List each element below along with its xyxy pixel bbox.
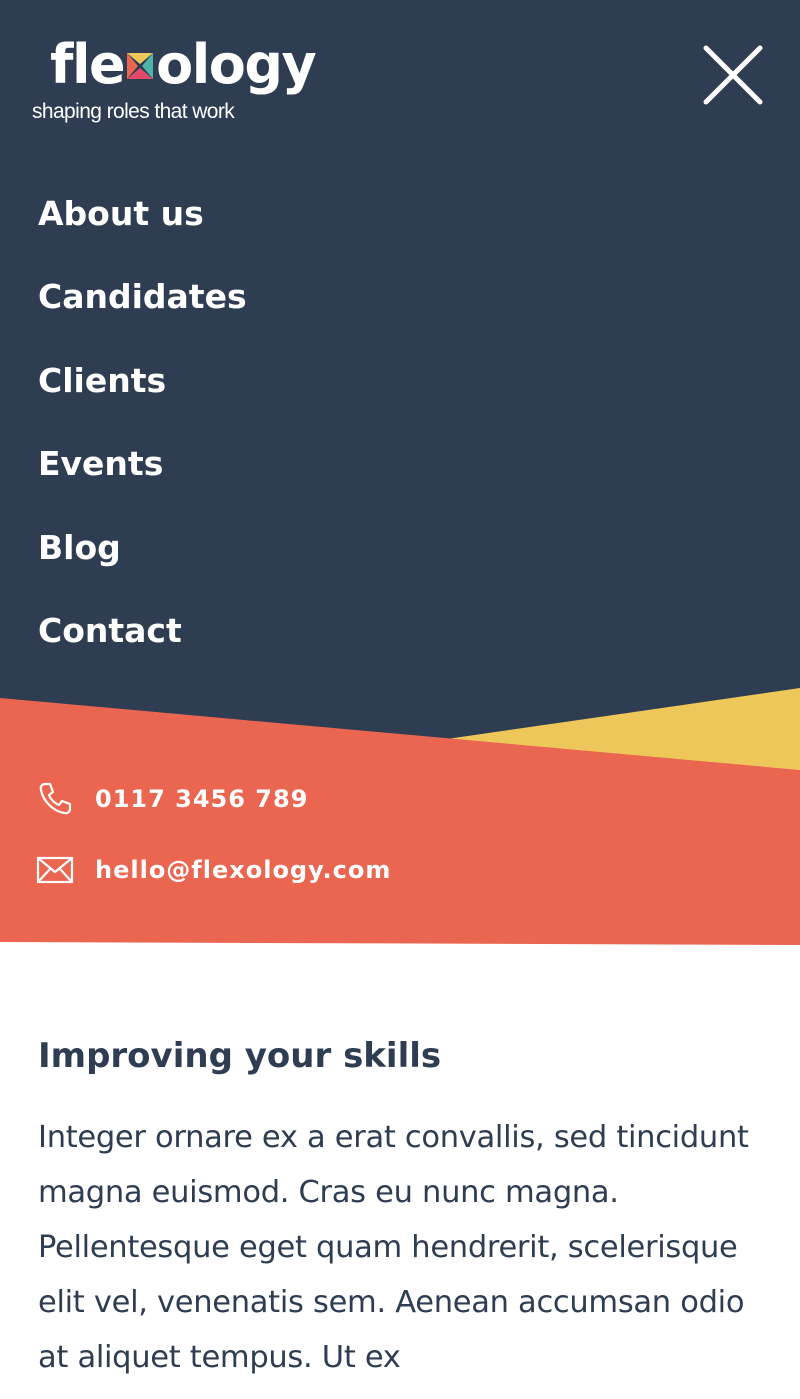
nav-link-clients[interactable]: Clients [38, 357, 166, 405]
logo-x-mark [125, 36, 155, 79]
logo-text-end: ology [156, 33, 317, 96]
nav-link-contact[interactable]: Contact [38, 607, 182, 655]
phone-number: 0117 3456 789 [95, 785, 309, 813]
nav-item-contact: Contact [38, 607, 247, 690]
nav-item-candidates: Candidates [38, 273, 247, 356]
article-body: Integer ornare ex a erat convallis, sed … [38, 1120, 749, 1375]
close-menu-button[interactable] [700, 42, 766, 108]
nav-link-events[interactable]: Events [38, 440, 163, 488]
nav-link-candidates[interactable]: Candidates [38, 273, 247, 321]
nav-item-blog: Blog [38, 524, 247, 607]
nav-link-about-us[interactable]: About us [38, 190, 204, 238]
close-icon [703, 45, 763, 105]
email-address: hello@flexology.com [95, 856, 392, 884]
logo-text-start: fle [50, 33, 126, 96]
nav-item-about-us: About us [38, 190, 247, 273]
main-nav: About us Candidates Clients Events Blog … [38, 190, 247, 690]
nav-item-clients: Clients [38, 357, 247, 440]
nav-link-blog[interactable]: Blog [38, 524, 121, 572]
nav-item-events: Events [38, 440, 247, 523]
envelope-icon [36, 856, 74, 884]
article: Improving your skills Integer ornare ex … [38, 1030, 768, 1385]
logo[interactable]: fle ology shaping roles that work [32, 38, 332, 128]
article-heading: Improving your skills [38, 1036, 442, 1076]
logo-tagline: shaping roles that work [32, 100, 235, 123]
email-link[interactable]: hello@flexology.com [36, 851, 391, 889]
logo-wordmark: fle ology [50, 36, 317, 92]
phone-icon [39, 782, 72, 815]
phone-link[interactable]: 0117 3456 789 [36, 780, 308, 818]
